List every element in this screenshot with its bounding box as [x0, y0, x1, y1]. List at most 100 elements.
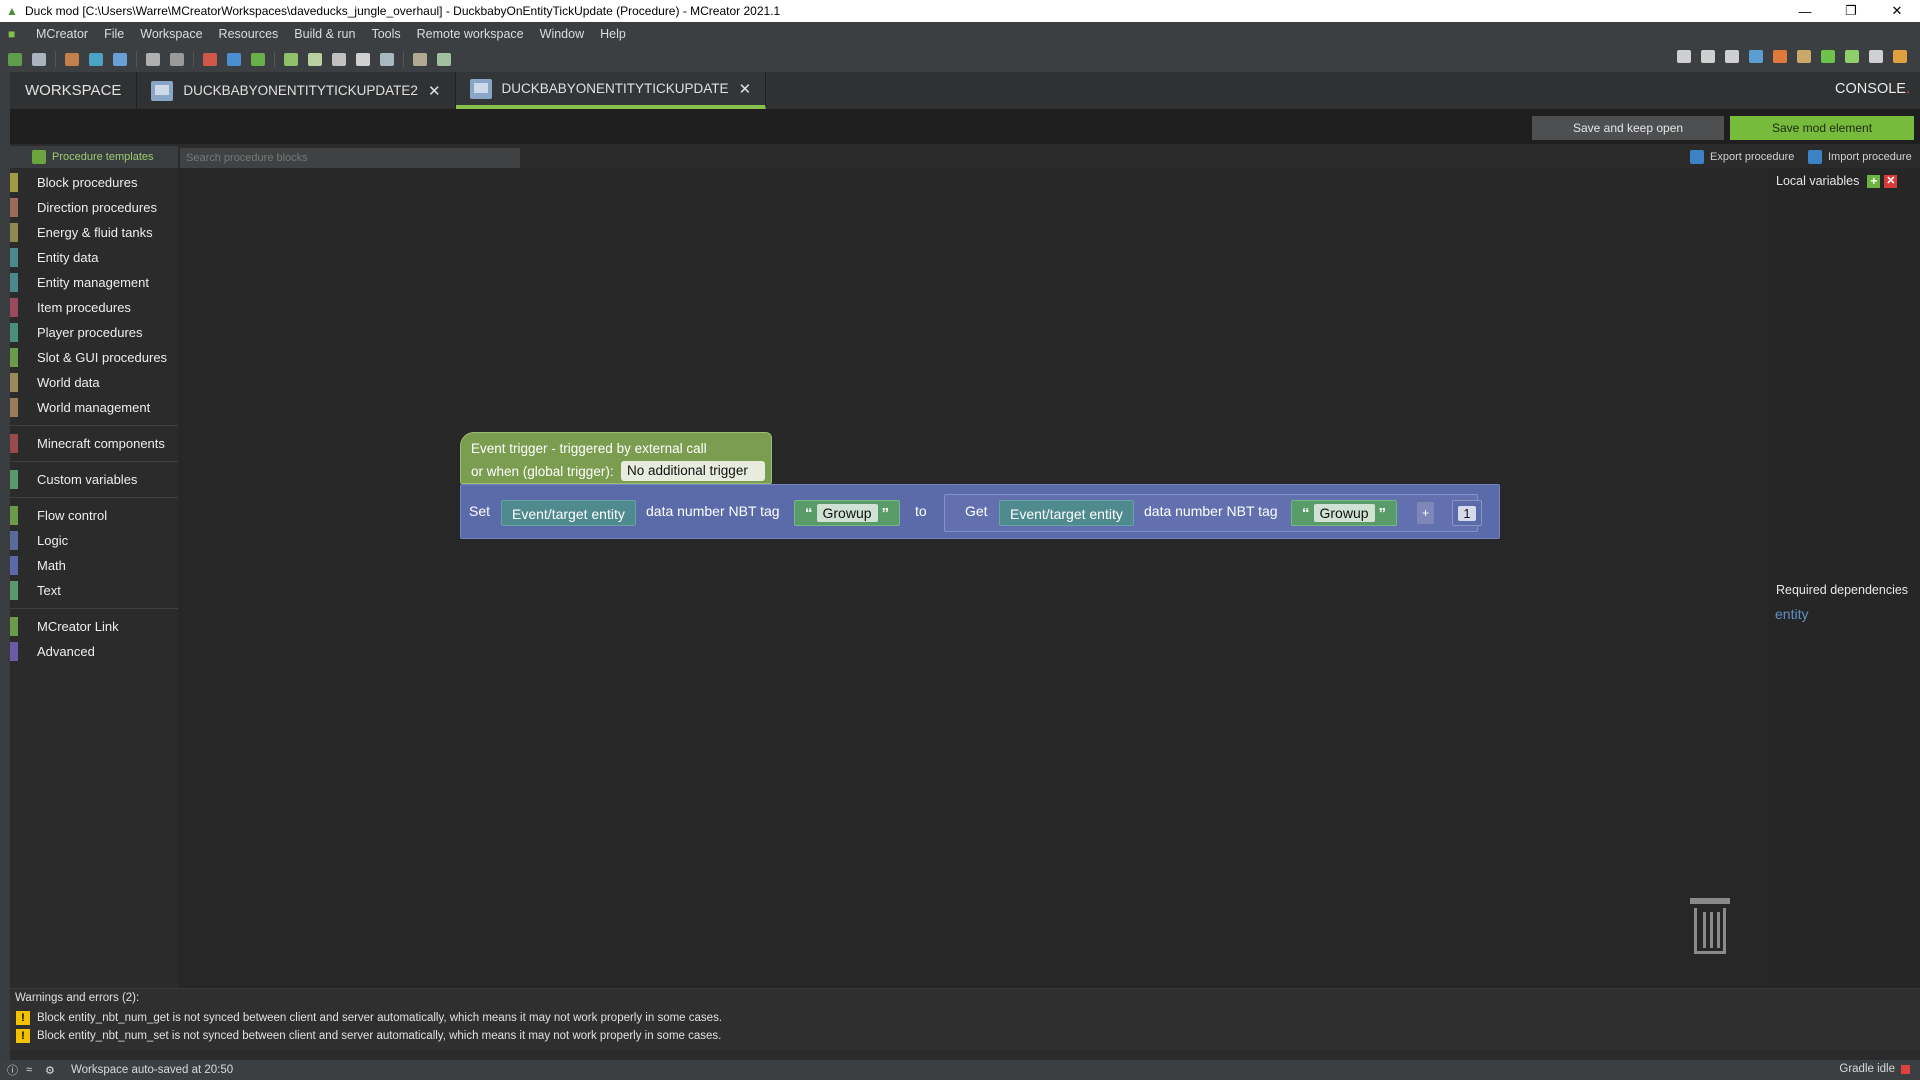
number-block[interactable]: 1 — [1452, 500, 1482, 526]
category-label: Text — [37, 583, 61, 598]
event-target-entity-block[interactable]: Event/target entity — [999, 500, 1134, 526]
tab-workspace-label: WORKSPACE — [25, 82, 122, 99]
menu-build-run[interactable]: Build & run — [286, 27, 363, 41]
pen-icon[interactable] — [437, 52, 451, 66]
required-dependencies-label: Required dependencies — [1776, 583, 1909, 597]
tool-icon[interactable] — [332, 52, 346, 66]
workspace-settings-icon[interactable] — [32, 52, 46, 66]
menu-file[interactable]: File — [96, 27, 132, 41]
category-entity-data[interactable]: Entity data — [10, 245, 178, 270]
category-color-bar — [10, 248, 18, 267]
tab-duckbaby-update2[interactable]: DUCKBABYONENTITYTICKUPDATE2 ✕ — [137, 72, 456, 109]
texture-icon[interactable] — [89, 52, 103, 66]
mod-element-icon[interactable] — [65, 52, 79, 66]
save-keep-open-button[interactable]: Save and keep open — [1532, 116, 1724, 140]
upload-icon[interactable] — [1725, 50, 1739, 63]
category-math[interactable]: Math — [10, 553, 178, 578]
category-minecraft-components[interactable]: Minecraft components — [10, 431, 178, 456]
event-target-entity-block[interactable]: Event/target entity — [501, 500, 636, 526]
set-nbt-number-block[interactable]: Set Event/target entity data number NBT … — [460, 484, 1500, 539]
loot-icon[interactable] — [308, 52, 322, 66]
category-flow-control[interactable]: Flow control — [10, 503, 178, 528]
menu-remote-workspace[interactable]: Remote workspace — [409, 27, 532, 41]
trash-can-icon[interactable] — [1690, 898, 1730, 954]
event-trigger-block[interactable]: Event trigger - triggered by external ca… — [460, 432, 772, 484]
category-text[interactable]: Text — [10, 578, 178, 603]
category-energy-fluid-tanks[interactable]: Energy & fluid tanks — [10, 220, 178, 245]
tab-duckbaby-update[interactable]: DUCKBABYONENTITYTICKUPDATE ✕ — [455, 72, 767, 109]
category-advanced[interactable]: Advanced — [10, 639, 178, 664]
category-logic[interactable]: Logic — [10, 528, 178, 553]
category-entity-management[interactable]: Entity management — [10, 270, 178, 295]
export-procedure-button[interactable]: Export procedure — [1690, 150, 1794, 164]
remove-variable-icon[interactable]: ✕ — [1884, 174, 1898, 188]
import-procedure-button[interactable]: Import procedure — [1808, 150, 1912, 164]
sync-icon[interactable]: ≈ — [26, 1064, 38, 1076]
toolbar-separator — [274, 51, 275, 67]
mcreator-menu-icon: ■ — [8, 27, 16, 41]
download-icon[interactable] — [1701, 50, 1715, 63]
build-icon[interactable] — [1773, 50, 1787, 63]
menu-tools[interactable]: Tools — [363, 27, 408, 41]
info-icon[interactable]: ⓘ — [7, 1062, 19, 1078]
add-variable-icon[interactable]: + — [1867, 174, 1881, 188]
category-player-procedures[interactable]: Player procedures — [10, 320, 178, 345]
console-tab[interactable]: CONSOLE. — [1835, 81, 1910, 97]
hammer-icon[interactable] — [1797, 50, 1811, 63]
operator-dropdown[interactable]: + — [1417, 502, 1435, 524]
text-block-growup[interactable]: “ Growup ” — [794, 500, 901, 526]
structure-icon[interactable] — [170, 52, 184, 66]
category-label: Minecraft components — [37, 436, 165, 451]
run-client-icon[interactable] — [1821, 50, 1835, 63]
git-branch-icon[interactable] — [1677, 50, 1691, 63]
recipe-icon[interactable] — [251, 52, 265, 66]
category-world-management[interactable]: World management — [10, 395, 178, 420]
run-server-icon[interactable] — [1845, 50, 1859, 63]
category-custom-variables[interactable]: Custom variables — [10, 467, 178, 492]
menu-resources[interactable]: Resources — [211, 27, 287, 41]
gear-icon[interactable]: ⚙ — [45, 1064, 57, 1077]
text-value-input[interactable]: Growup — [1313, 504, 1375, 522]
category-slot-gui-procedures[interactable]: Slot & GUI procedures — [10, 345, 178, 370]
number-value-input[interactable]: 1 — [1458, 505, 1476, 521]
plugin-icon[interactable] — [380, 52, 394, 66]
animation-icon[interactable] — [227, 52, 241, 66]
text-block-growup[interactable]: “ Growup ” — [1291, 500, 1398, 526]
search-blocks-input[interactable] — [180, 148, 520, 168]
warning-text: Block entity_nbt_num_get is not synced b… — [37, 1012, 723, 1024]
procedure-templates-button[interactable]: Procedure templates — [10, 146, 178, 168]
save-mod-element-button[interactable]: Save mod element — [1730, 116, 1914, 140]
close-tab-icon[interactable]: ✕ — [428, 82, 441, 100]
category-item-procedures[interactable]: Item procedures — [10, 295, 178, 320]
blockly-canvas[interactable] — [178, 168, 1768, 988]
close-window-button[interactable]: ✕ — [1874, 0, 1920, 22]
category-mcreator-link[interactable]: MCreator Link — [10, 614, 178, 639]
restore-button[interactable]: ❐ — [1828, 0, 1874, 22]
global-trigger-dropdown[interactable]: No additional trigger — [621, 461, 765, 481]
category-world-data[interactable]: World data — [10, 370, 178, 395]
text-value-input[interactable]: Growup — [816, 504, 878, 522]
tab-label: DUCKBABYONENTITYTICKUPDATE2 — [183, 83, 418, 98]
menu-help[interactable]: Help — [592, 27, 634, 41]
menu-workspace[interactable]: Workspace — [132, 27, 210, 41]
close-tab-icon[interactable]: ✕ — [739, 80, 752, 98]
trigger-global-label: or when (global trigger): — [471, 464, 614, 479]
model-icon[interactable] — [203, 52, 217, 66]
tab-workspace[interactable]: WORKSPACE — [10, 72, 138, 109]
image-icon[interactable] — [113, 52, 127, 66]
category-direction-procedures[interactable]: Direction procedures — [10, 195, 178, 220]
sound-icon[interactable] — [146, 52, 160, 66]
stop-icon[interactable] — [1869, 50, 1883, 63]
category-color-bar — [10, 323, 18, 342]
menu-mcreator[interactable]: MCreator — [28, 27, 96, 41]
export-mod-icon[interactable] — [1893, 50, 1907, 63]
category-block-procedures[interactable]: Block procedures — [10, 170, 178, 195]
menu-window[interactable]: Window — [532, 27, 592, 41]
minimize-button[interactable]: — — [1782, 0, 1828, 22]
category-label: Flow control — [37, 508, 108, 523]
tag-icon[interactable] — [284, 52, 298, 66]
export-icon[interactable] — [1749, 50, 1763, 63]
variable-icon[interactable] — [413, 52, 427, 66]
workspace-icon[interactable] — [8, 52, 22, 66]
gear-icon[interactable] — [356, 52, 370, 66]
